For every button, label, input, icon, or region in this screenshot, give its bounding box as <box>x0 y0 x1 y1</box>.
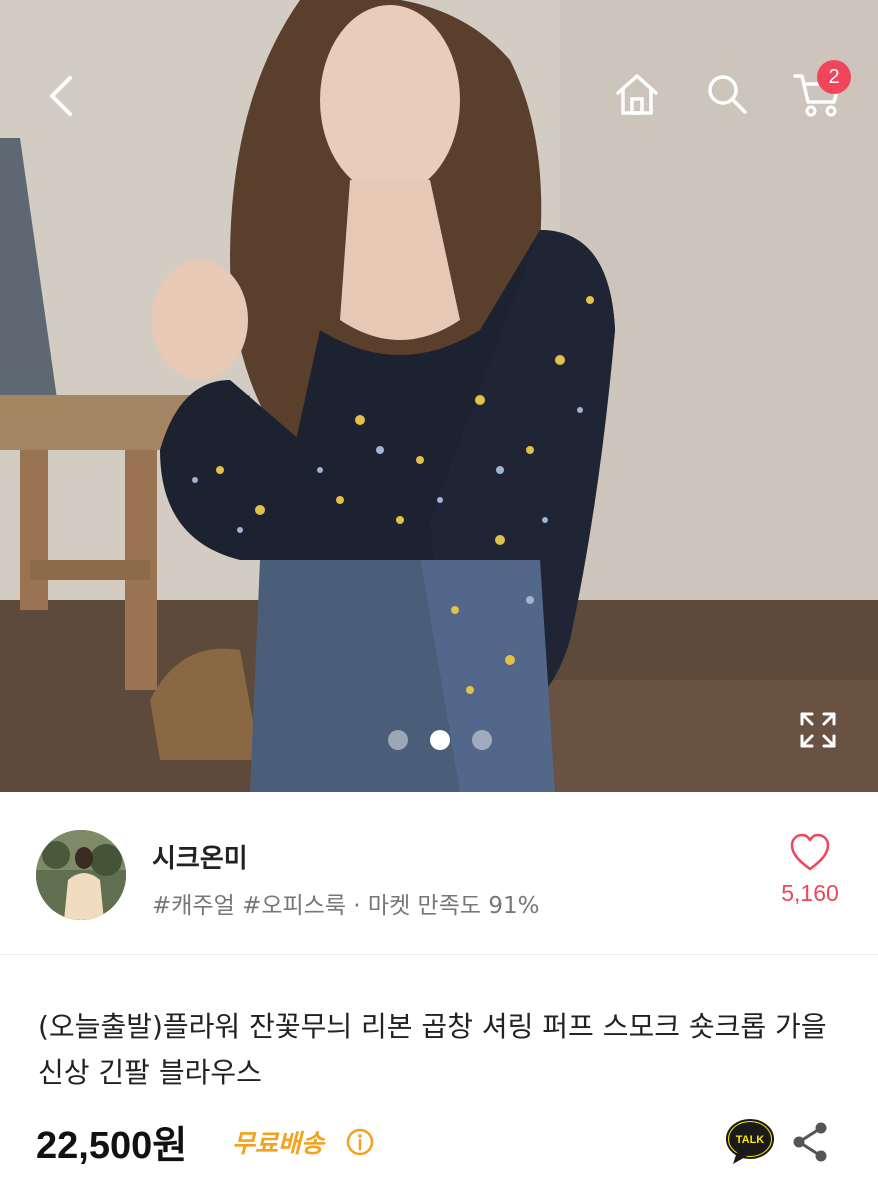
expand-icon <box>800 712 836 748</box>
back-icon <box>50 76 72 116</box>
home-button[interactable] <box>605 62 669 126</box>
info-icon <box>346 1128 374 1156</box>
expand-image-button[interactable] <box>786 698 850 762</box>
talk-label: TALK <box>736 1134 765 1146</box>
carousel-dot[interactable] <box>472 730 492 750</box>
carousel-indicator <box>388 730 492 750</box>
back-button[interactable] <box>30 64 94 128</box>
seller-name[interactable]: 시크온미 <box>152 838 248 875</box>
like-button[interactable] <box>786 832 834 872</box>
shipping-badge: 무료배송 <box>232 1129 325 1158</box>
carousel-dot-active[interactable] <box>430 730 450 750</box>
share-icon <box>793 1122 827 1162</box>
share-button[interactable] <box>790 1120 830 1164</box>
home-icon <box>616 74 658 115</box>
heart-icon <box>790 833 830 871</box>
seller-avatar[interactable] <box>36 830 126 920</box>
seller-avatar-image <box>36 830 126 920</box>
product-price: 22,500원 <box>36 1125 188 1167</box>
like-count: 5,160 <box>781 880 839 906</box>
talk-icon: TALK <box>726 1119 774 1164</box>
search-button[interactable] <box>695 62 759 126</box>
seller-tags: #캐주얼 #오피스룩 · 마켓 만족도 91% <box>152 893 540 919</box>
search-icon <box>708 75 747 114</box>
seller-section: 시크온미 #캐주얼 #오피스룩 · 마켓 만족도 91% 5,160 <box>0 792 878 955</box>
carousel-dot[interactable] <box>388 730 408 750</box>
product-image-carousel[interactable]: 2 <box>0 0 878 792</box>
product-title: (오늘출발)플라워 잔꽃무늬 리본 곱창 셔링 퍼프 스모크 숏크롭 가을 신상… <box>38 1010 827 1089</box>
cart-badge: 2 <box>817 60 851 94</box>
shipping-info-button[interactable] <box>345 1127 375 1157</box>
kakao-talk-button[interactable]: TALK <box>725 1118 775 1166</box>
